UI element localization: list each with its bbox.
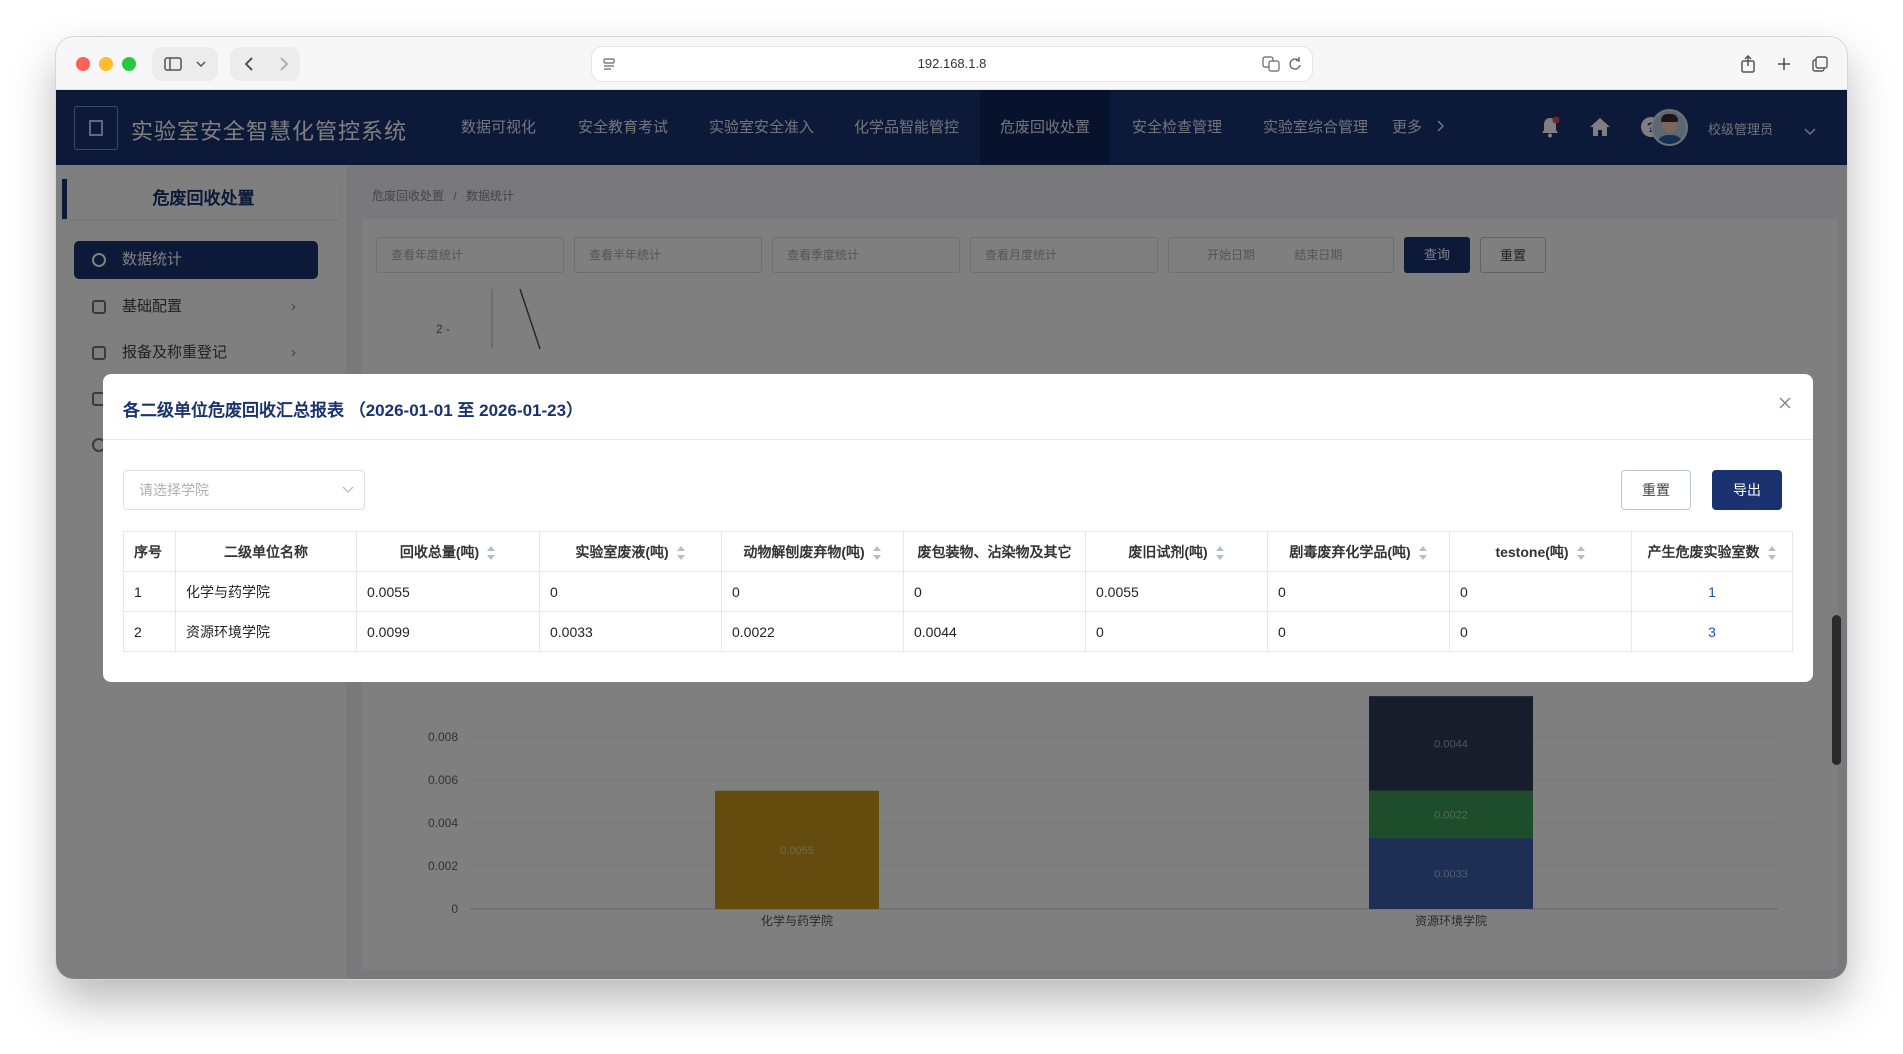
new-tab-icon[interactable]	[1769, 49, 1799, 79]
maximize-window-button[interactable]	[122, 57, 136, 71]
table-cell: 0.0099	[356, 611, 540, 652]
sort-icon[interactable]	[1767, 545, 1777, 560]
column-header[interactable]: 剧毒废弃化学品(吨)	[1267, 531, 1450, 572]
sidebar-toggle-icon[interactable]	[158, 49, 188, 79]
column-header: 序号	[123, 531, 176, 572]
report-modal: 各二级单位危废回收汇总报表 （2026-01-01 至 2026-01-23） …	[103, 374, 1813, 682]
sort-icon[interactable]	[1418, 545, 1428, 560]
column-header[interactable]: 废旧试剂(吨)	[1085, 531, 1268, 572]
table-cell: 0.0055	[1085, 571, 1268, 612]
address-bar[interactable]: 192.168.1.8	[592, 47, 1312, 81]
browser-toolbar: 192.168.1.8	[56, 37, 1847, 90]
table-cell: 2	[123, 611, 176, 652]
table-cell: 化学与药学院	[175, 571, 357, 612]
table-cell: 0.0055	[356, 571, 540, 612]
modal-divider	[103, 439, 1813, 440]
column-header[interactable]: 回收总量(吨)	[356, 531, 540, 572]
share-icon[interactable]	[1733, 49, 1763, 79]
modal-title: 各二级单位危废回收汇总报表 （2026-01-01 至 2026-01-23）	[123, 401, 584, 420]
college-select-placeholder: 请选择学院	[139, 482, 209, 498]
table-cell: 0	[1449, 571, 1632, 612]
column-header: 二级单位名称	[175, 531, 357, 572]
export-button[interactable]: 导出	[1712, 470, 1782, 510]
college-select[interactable]: 请选择学院	[123, 470, 365, 510]
table-cell: 0	[1267, 611, 1450, 652]
table-cell: 0.0022	[721, 611, 904, 652]
report-table: 序号 二级单位名称 回收总量(吨) 实验室废液(吨) 动物解刨废弃物(吨) 废包…	[123, 531, 1793, 652]
column-header[interactable]: testone(吨)	[1449, 531, 1632, 572]
table-cell: 0	[539, 571, 722, 612]
column-header[interactable]: 实验室废液(吨)	[539, 531, 722, 572]
close-window-button[interactable]	[76, 57, 90, 71]
url-text: 192.168.1.8	[917, 56, 987, 71]
table-cell: 0	[721, 571, 904, 612]
table-cell: 0	[1449, 611, 1632, 652]
lab-count-link[interactable]: 3	[1631, 611, 1793, 652]
sort-icon[interactable]	[676, 545, 686, 560]
close-icon[interactable]	[1779, 392, 1791, 415]
forward-icon[interactable]	[268, 49, 298, 79]
table-row: 1 化学与药学院 0.0055 0 0 0 0.0055 0 0 1	[123, 571, 1793, 612]
back-icon[interactable]	[234, 49, 264, 79]
table-cell: 0.0033	[539, 611, 722, 652]
table-cell: 资源环境学院	[175, 611, 357, 652]
minimize-window-button[interactable]	[99, 57, 113, 71]
translate-icon[interactable]	[1262, 56, 1280, 75]
sort-icon[interactable]	[872, 545, 882, 560]
table-cell: 0	[1267, 571, 1450, 612]
chevron-down-icon	[342, 471, 354, 509]
sort-icon[interactable]	[487, 545, 496, 560]
reload-icon[interactable]	[1288, 56, 1302, 75]
lab-count-link[interactable]: 1	[1631, 571, 1793, 612]
sort-icon[interactable]	[1576, 545, 1586, 560]
reset-button[interactable]: 重置	[1621, 470, 1691, 510]
table-cell: 0.0044	[903, 611, 1086, 652]
sort-icon[interactable]	[1215, 545, 1225, 560]
table-header-row: 序号 二级单位名称 回收总量(吨) 实验室废液(吨) 动物解刨废弃物(吨) 废包…	[123, 531, 1793, 572]
table-cell: 0	[903, 571, 1086, 612]
column-header[interactable]: 动物解刨废弃物(吨)	[721, 531, 904, 572]
tab-overview-icon[interactable]	[1805, 49, 1835, 79]
column-header[interactable]: 产生危废实验室数	[1631, 531, 1793, 572]
column-header: 废包装物、沾染物及其它	[903, 531, 1086, 572]
chevron-down-icon[interactable]	[190, 49, 212, 79]
table-cell: 1	[123, 571, 176, 612]
table-cell: 0	[1085, 611, 1268, 652]
table-row: 2 资源环境学院 0.0099 0.0033 0.0022 0.0044 0 0…	[123, 611, 1793, 652]
